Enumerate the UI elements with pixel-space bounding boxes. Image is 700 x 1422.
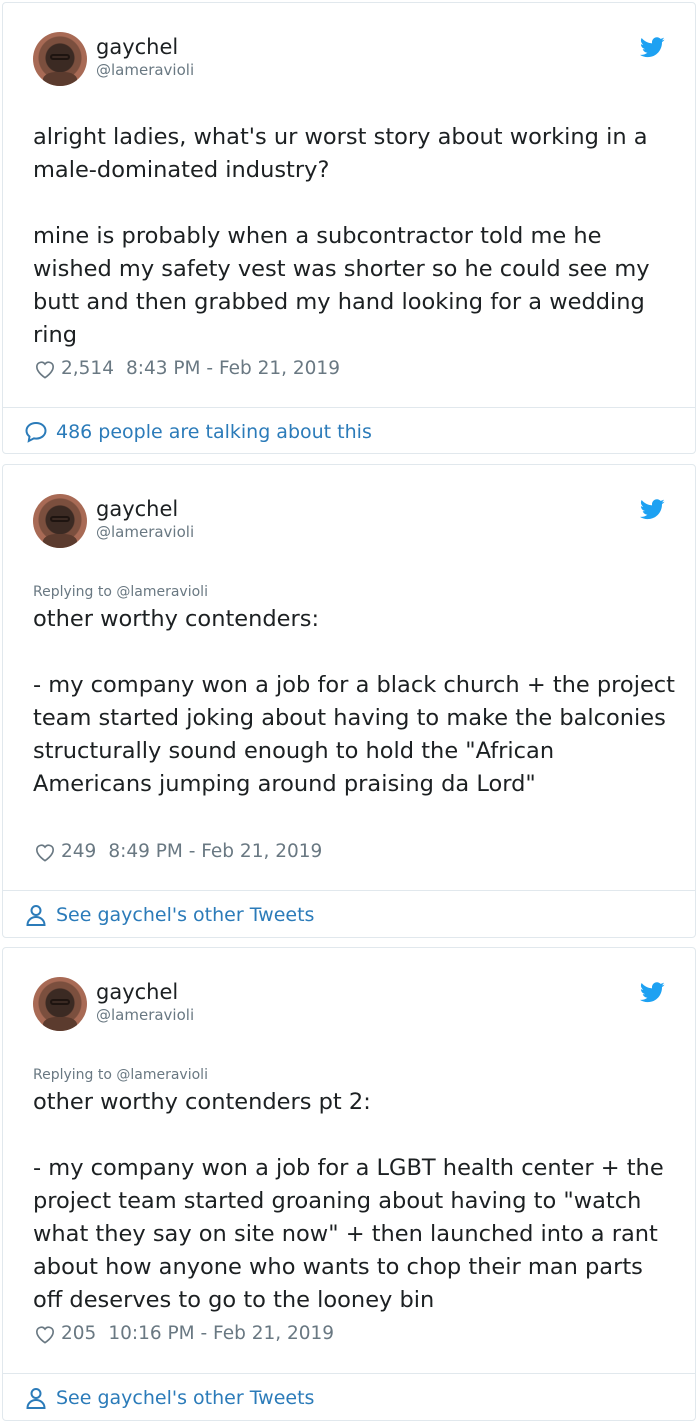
display-name[interactable]: gaychel	[96, 979, 178, 1005]
other-tweets-link[interactable]: See gaychel's other Tweets	[24, 903, 314, 927]
tweet-meta: 205 10:16 PM - Feb 21, 2019	[34, 1322, 334, 1346]
display-name[interactable]: gaychel	[96, 34, 178, 60]
timestamp[interactable]: 10:16 PM - Feb 21, 2019	[108, 1322, 334, 1346]
avatar[interactable]	[33, 494, 87, 548]
user-handle[interactable]: @lameravioli	[96, 523, 194, 541]
user-handle[interactable]: @lameravioli	[96, 1006, 194, 1024]
timestamp[interactable]: 8:43 PM - Feb 21, 2019	[126, 357, 340, 381]
divider	[3, 890, 695, 891]
other-tweets-label: See gaychel's other Tweets	[56, 904, 315, 926]
heart-icon[interactable]	[34, 1324, 56, 1344]
divider	[3, 407, 695, 408]
heart-icon[interactable]	[34, 359, 56, 379]
replying-to[interactable]: Replying to @lameravioli	[33, 583, 208, 601]
conversation-link-label: 486 people are talking about this	[56, 421, 372, 443]
divider	[3, 1373, 695, 1374]
person-icon	[26, 1388, 46, 1409]
avatar[interactable]	[33, 32, 87, 86]
like-count[interactable]: 205	[61, 1322, 96, 1346]
conversation-link[interactable]: 486 people are talking about this	[24, 420, 372, 444]
tweet-meta: 249 8:49 PM - Feb 21, 2019	[34, 840, 322, 864]
person-icon	[26, 905, 46, 926]
twitter-bird-icon[interactable]	[640, 982, 665, 1003]
other-tweets-link[interactable]: See gaychel's other Tweets	[24, 1386, 314, 1410]
tweet-card-1: gaychel @lameravioli alright ladies, wha…	[2, 2, 696, 454]
tweet-text: other worthy contenders: - my company wo…	[33, 606, 675, 797]
heart-icon[interactable]	[34, 842, 56, 862]
tweet-text: other worthy contenders pt 2: - my compa…	[33, 1089, 664, 1313]
avatar[interactable]	[33, 977, 87, 1031]
tweet-meta: 2,514 8:43 PM - Feb 21, 2019	[34, 357, 340, 381]
twitter-bird-icon[interactable]	[640, 499, 665, 520]
tweet-card-2: gaychel @lameravioli Replying to @lamera…	[2, 464, 696, 938]
tweet-card-3: gaychel @lameravioli Replying to @lamera…	[2, 947, 696, 1421]
replying-to[interactable]: Replying to @lameravioli	[33, 1066, 208, 1084]
user-handle[interactable]: @lameravioli	[96, 61, 194, 79]
other-tweets-label: See gaychel's other Tweets	[56, 1387, 315, 1409]
tweet-text: alright ladies, what's ur worst story ab…	[33, 124, 650, 348]
speech-bubble-icon	[25, 421, 47, 443]
twitter-bird-icon[interactable]	[640, 37, 665, 58]
timestamp[interactable]: 8:49 PM - Feb 21, 2019	[108, 840, 322, 864]
display-name[interactable]: gaychel	[96, 496, 178, 522]
like-count[interactable]: 2,514	[61, 357, 114, 381]
like-count[interactable]: 249	[61, 840, 96, 864]
